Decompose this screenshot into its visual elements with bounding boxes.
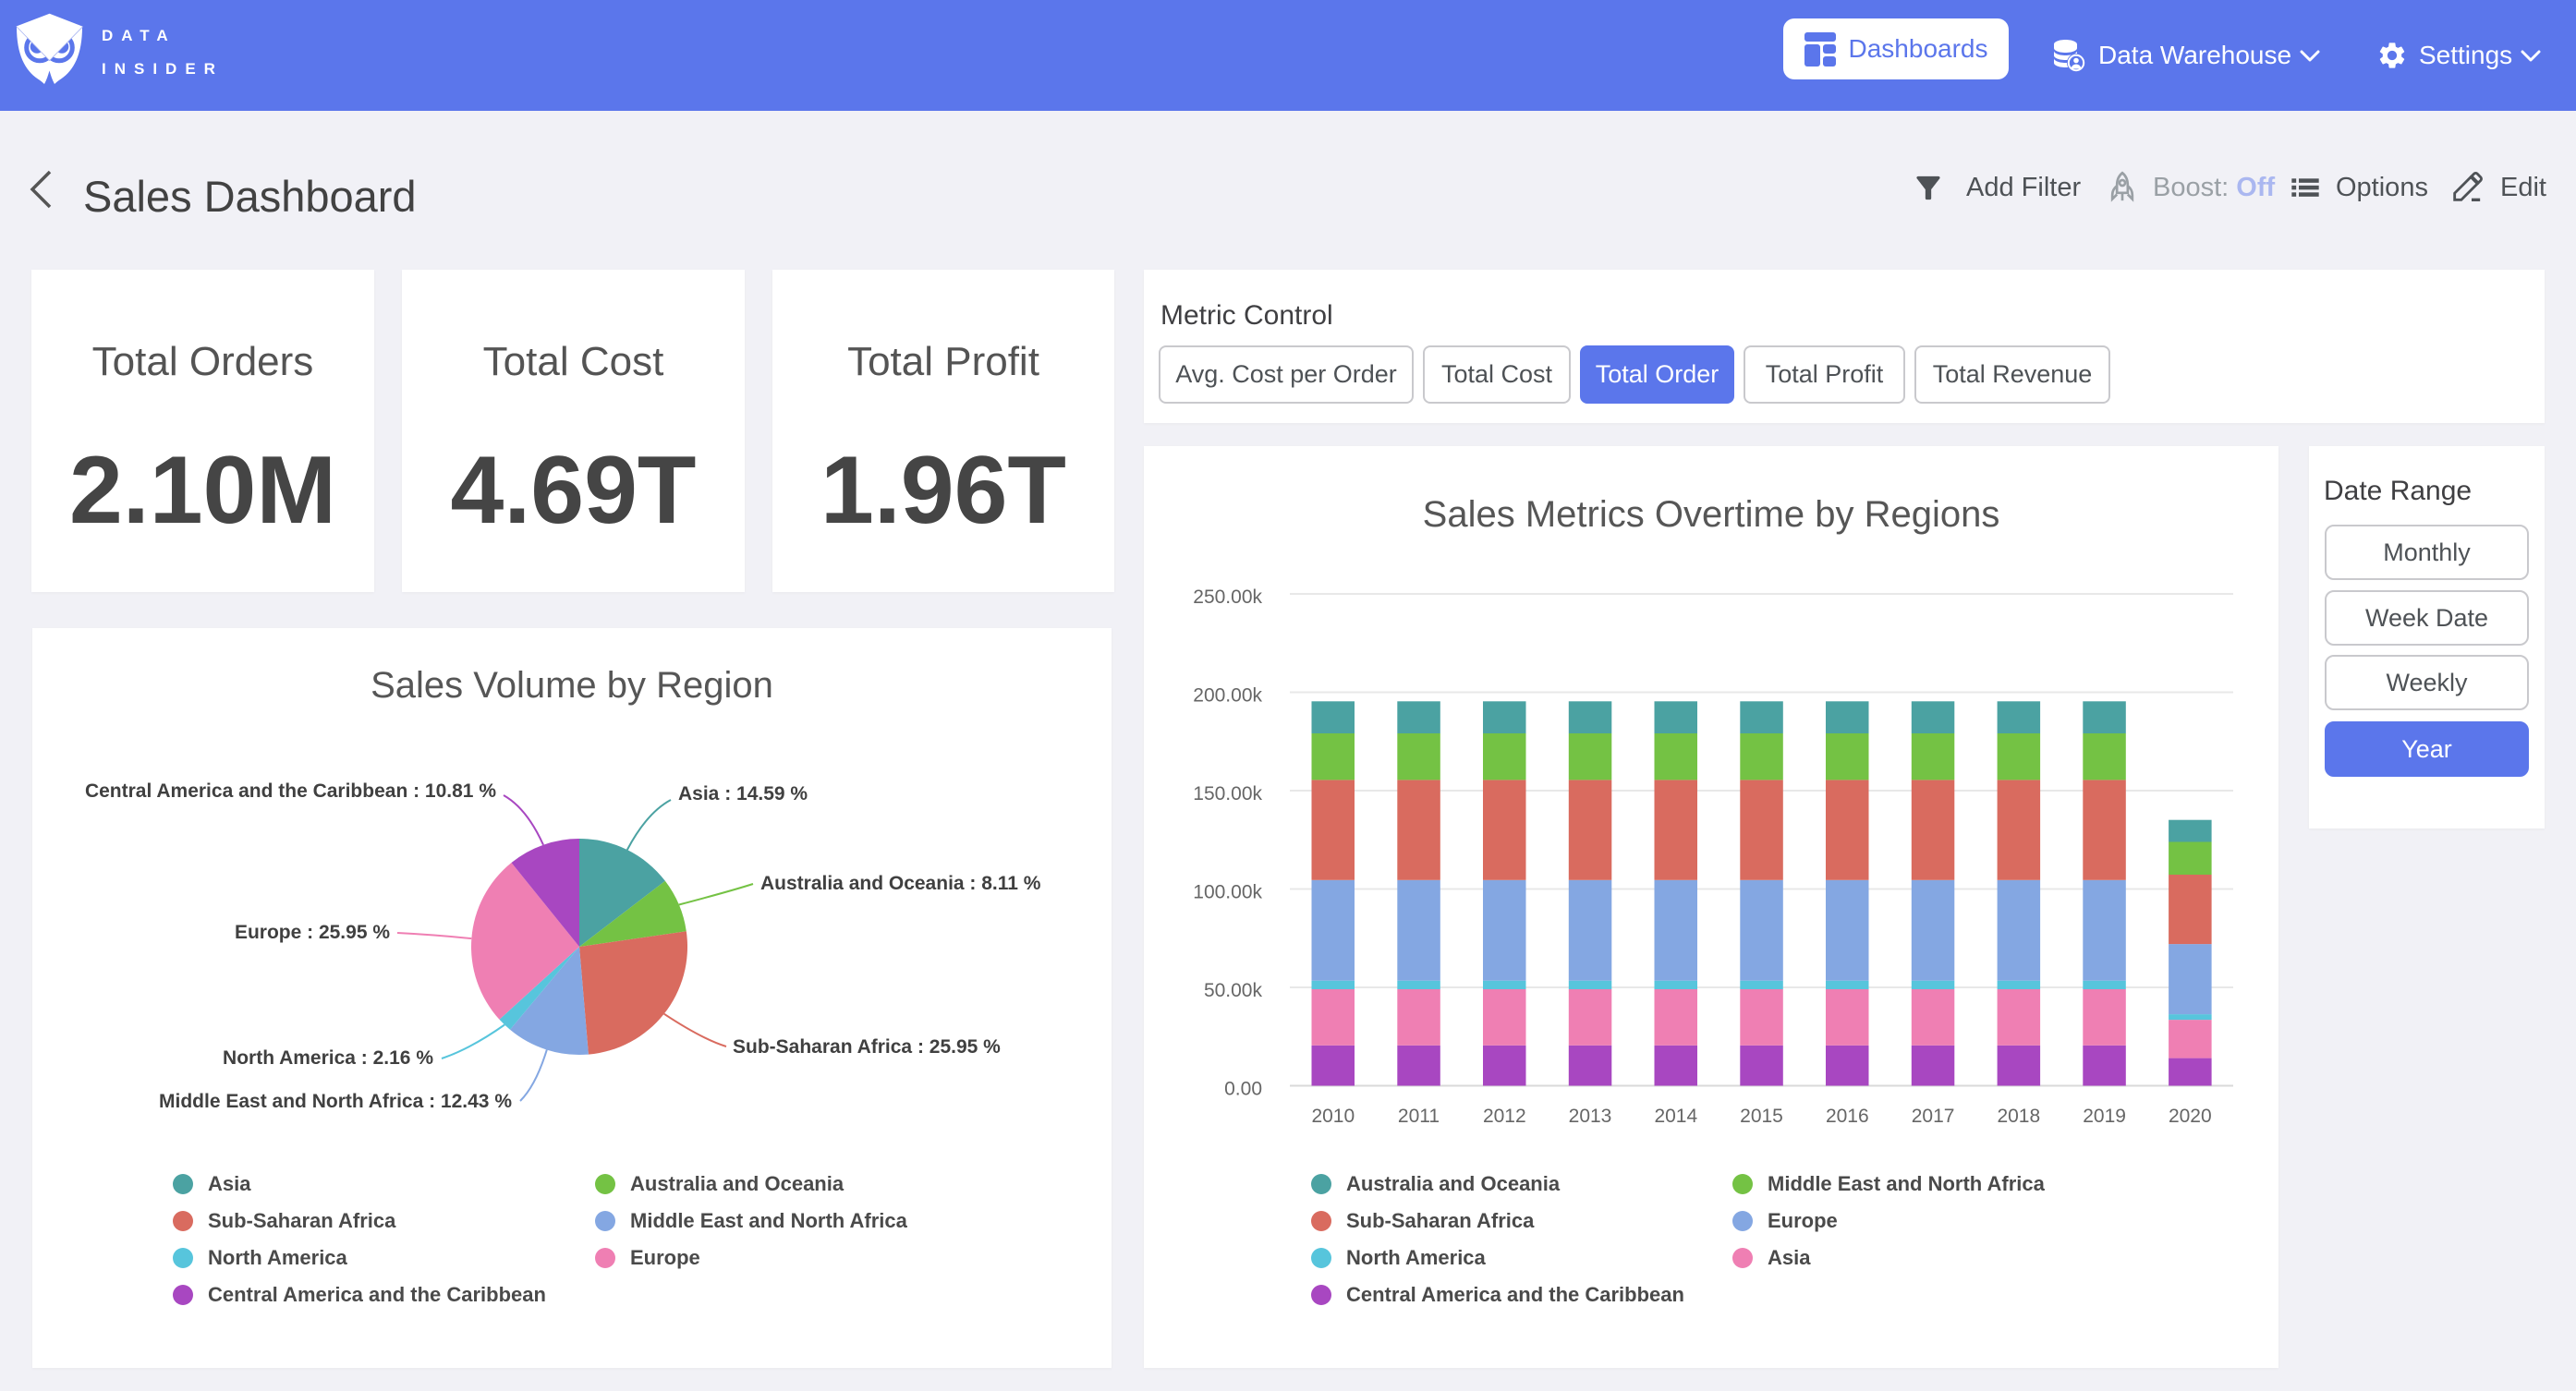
svg-text:2016: 2016 — [1826, 1106, 1869, 1127]
svg-text:2011: 2011 — [1398, 1106, 1440, 1127]
svg-text:2012: 2012 — [1483, 1106, 1526, 1127]
svg-text:2010: 2010 — [1311, 1106, 1355, 1127]
svg-text:2013: 2013 — [1569, 1106, 1612, 1127]
svg-text:200.00k: 200.00k — [1193, 685, 1262, 707]
svg-text:2017: 2017 — [1912, 1106, 1955, 1127]
svg-text:2014: 2014 — [1654, 1106, 1697, 1127]
svg-text:2018: 2018 — [1997, 1106, 2040, 1127]
svg-text:250.00k: 250.00k — [1193, 587, 1262, 608]
svg-text:0.00: 0.00 — [1224, 1079, 1262, 1100]
svg-text:2015: 2015 — [1740, 1106, 1783, 1127]
svg-text:100.00k: 100.00k — [1193, 882, 1262, 903]
svg-text:50.00k: 50.00k — [1204, 980, 1263, 1001]
svg-text:150.00k: 150.00k — [1193, 783, 1262, 804]
svg-text:2019: 2019 — [2083, 1106, 2126, 1127]
svg-text:2020: 2020 — [2169, 1106, 2212, 1127]
